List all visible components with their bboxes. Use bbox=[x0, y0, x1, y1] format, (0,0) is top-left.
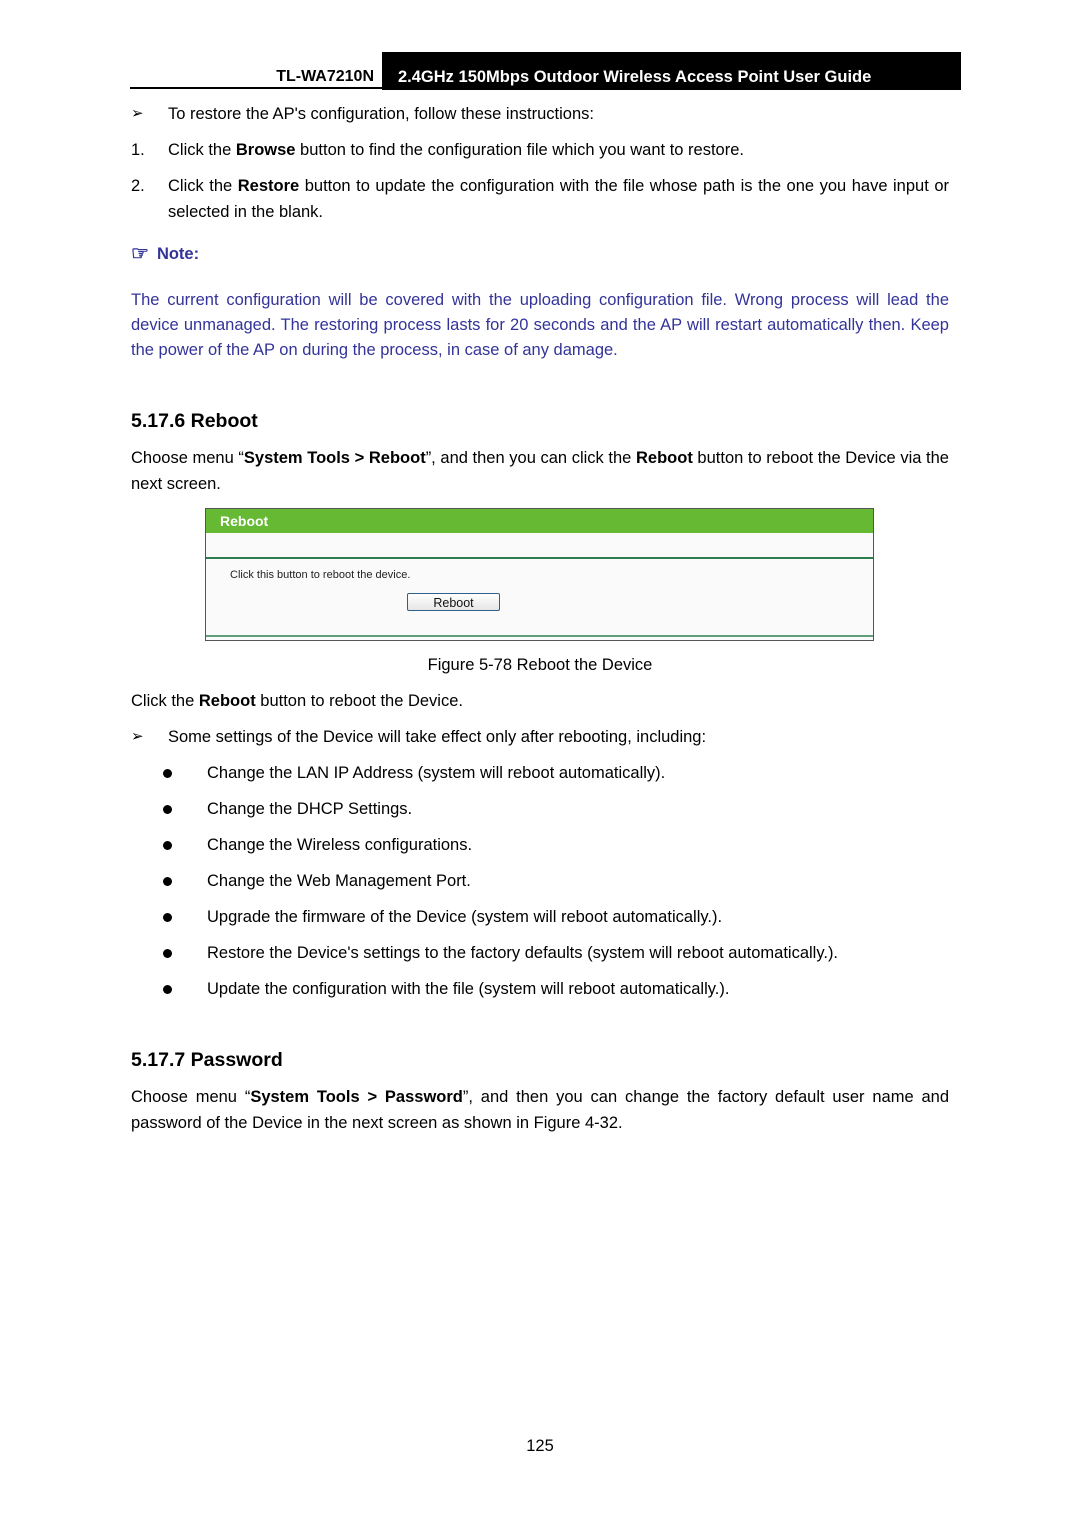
reboot-panel-description: Click this button to reboot the device. bbox=[230, 569, 411, 581]
list-item: Change the LAN IP Address (system will r… bbox=[207, 764, 666, 782]
reboot-panel-spacer bbox=[206, 533, 873, 559]
reboot-panel-title: Reboot bbox=[206, 509, 873, 533]
reboot-after: Click the Reboot button to reboot the De… bbox=[131, 692, 463, 710]
note-label: Note: bbox=[156, 245, 200, 263]
restore-step-1: Click the Browse button to find the conf… bbox=[168, 141, 744, 159]
bullet-icon bbox=[163, 913, 172, 922]
step-number: 1. bbox=[131, 141, 145, 159]
note-text: The current configuration will be covere… bbox=[131, 291, 949, 359]
reboot-panel-divider bbox=[206, 635, 873, 637]
bullet-icon bbox=[163, 841, 172, 850]
pointing-hand-icon: ☞ bbox=[131, 243, 149, 265]
restore-intro: To restore the AP's configuration, follo… bbox=[168, 105, 594, 123]
header-model: TL-WA7210N bbox=[130, 52, 382, 89]
page-number: 125 bbox=[526, 1437, 554, 1455]
list-item: Restore the Device's settings to the fac… bbox=[207, 944, 839, 962]
password-intro: Choose menu “System Tools > Password”, a… bbox=[131, 1088, 949, 1132]
bullet-icon bbox=[163, 769, 172, 778]
settings-intro: Some settings of the Device will take ef… bbox=[168, 728, 707, 746]
section-heading-password: 5.17.7 Password bbox=[131, 1049, 283, 1071]
step-number: 2. bbox=[131, 177, 145, 195]
reboot-figure: Reboot Click this button to reboot the d… bbox=[205, 508, 874, 641]
bullet-icon bbox=[163, 949, 172, 958]
manual-page: TL-WA7210N 2.4GHz 150Mbps Outdoor Wirele… bbox=[0, 0, 1080, 1527]
bullet-icon bbox=[163, 877, 172, 886]
arrow-bullet-icon: ➢ bbox=[131, 728, 144, 745]
restore-step-2: Click the Restore button to update the c… bbox=[168, 177, 949, 221]
list-item: Change the DHCP Settings. bbox=[207, 800, 413, 818]
reboot-intro: Choose menu “System Tools > Reboot”, and… bbox=[131, 449, 949, 493]
bullet-icon bbox=[163, 985, 172, 994]
list-item: Change the Wireless configurations. bbox=[207, 836, 473, 854]
list-item: Change the Web Management Port. bbox=[207, 872, 471, 890]
arrow-bullet-icon: ➢ bbox=[131, 105, 144, 122]
figure-caption: Figure 5-78 Reboot the Device bbox=[427, 656, 653, 674]
note-heading: ☞ Note: bbox=[131, 241, 199, 267]
reboot-button[interactable]: Reboot bbox=[407, 593, 500, 611]
page-header: TL-WA7210N 2.4GHz 150Mbps Outdoor Wirele… bbox=[130, 52, 961, 90]
list-item: Update the configuration with the file (… bbox=[207, 980, 730, 998]
bullet-icon bbox=[163, 805, 172, 814]
header-title: 2.4GHz 150Mbps Outdoor Wireless Access P… bbox=[382, 52, 961, 90]
list-item: Upgrade the firmware of the Device (syst… bbox=[207, 908, 723, 926]
section-heading-reboot: 5.17.6 Reboot bbox=[131, 410, 258, 432]
